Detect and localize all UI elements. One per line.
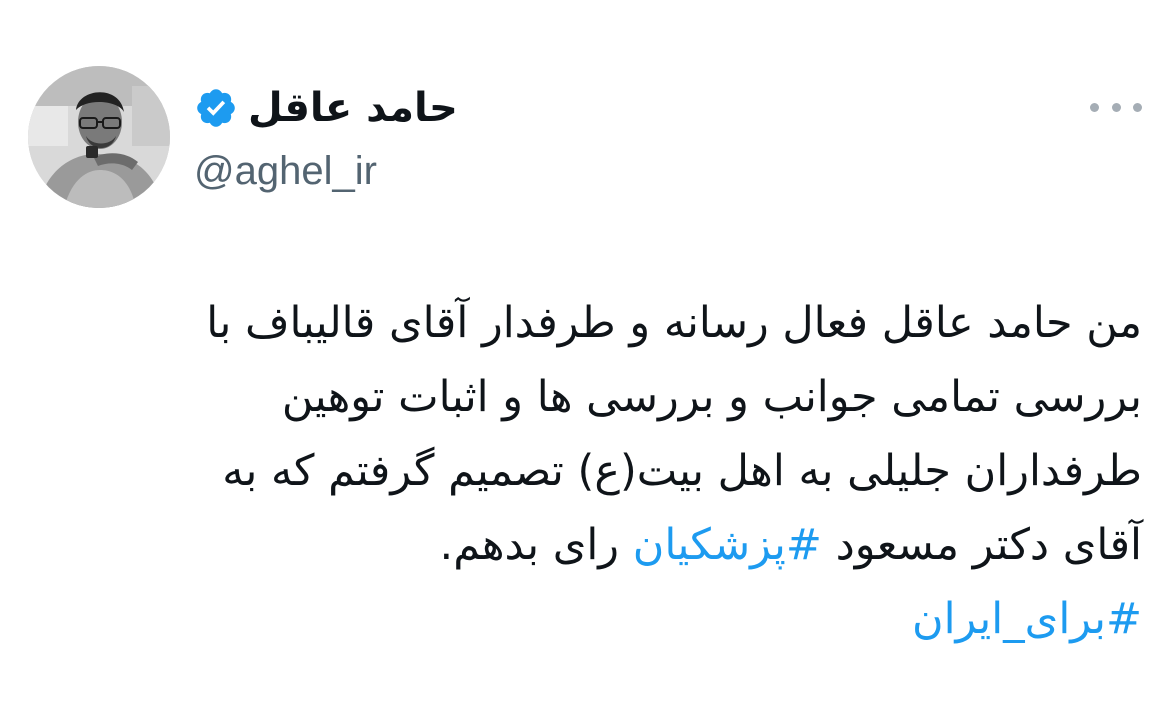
- tweet-line-4-end: رای بدهم.: [439, 520, 633, 570]
- tweet-text: من حامد عاقل فعال رسانه و طرفدار آقای قا…: [62, 286, 1142, 656]
- tweet-line-5: #برای_ایران: [62, 582, 1142, 656]
- author-handle[interactable]: @aghel_ir: [194, 146, 377, 196]
- tweet-line-1: من حامد عاقل فعال رسانه و طرفدار آقای قا…: [206, 298, 1142, 348]
- verified-badge-icon: [194, 86, 238, 130]
- tweet-line-4-start: آقای دکتر مسعود: [821, 520, 1142, 570]
- more-dot: [1133, 102, 1142, 112]
- avatar-photo: [28, 66, 170, 208]
- avatar[interactable]: [28, 66, 170, 208]
- more-dot: [1090, 102, 1099, 112]
- tweet-line-2: بررسی تمامی جوانب و بررسی ها و اثبات توه…: [281, 372, 1142, 422]
- author-name-row: حامد عاقل: [194, 78, 458, 138]
- more-dot: [1111, 102, 1121, 112]
- tweet-line-3: طرفداران جلیلی به اهل بیت(ع) تصمیم گرفتم…: [222, 446, 1142, 496]
- tweet-line-4: آقای دکتر مسعود #پزشکیان رای بدهم.: [62, 508, 1142, 582]
- more-horizontal-icon[interactable]: [1090, 90, 1142, 124]
- hashtag-link-baraye-iran[interactable]: #برای_ایران: [912, 594, 1142, 644]
- tweet-card: حامد عاقل @aghel_ir من حامد عاقل فعال رس…: [0, 0, 1170, 708]
- author-display-name[interactable]: حامد عاقل: [248, 80, 458, 136]
- hashtag-link-pezeshkian[interactable]: #پزشکیان: [633, 520, 822, 570]
